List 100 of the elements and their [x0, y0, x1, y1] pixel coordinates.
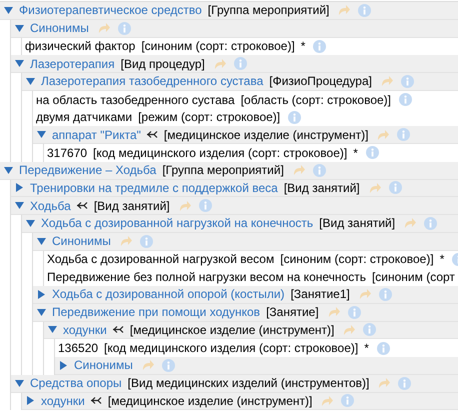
info-icon[interactable]	[399, 93, 412, 106]
tree-row[interactable]: Ходьба с дозированной нагрузкой на конечность [Вид занятий]	[22, 215, 458, 233]
info-icon[interactable]	[348, 306, 361, 319]
caret-icon[interactable]	[37, 308, 46, 317]
info-icon[interactable]	[313, 40, 326, 53]
redo-arrow-icon[interactable]	[337, 4, 350, 16]
caret-icon[interactable]	[59, 360, 68, 370]
caret-icon[interactable]	[26, 76, 35, 86]
required-mark: *	[364, 340, 369, 358]
node-name: Тренировки на тредмиле с поддержкой веса	[30, 180, 278, 197]
tree-row[interactable]: ходунки [медицинское изделие (инструмент)]	[22, 392, 458, 410]
caret-icon[interactable]	[37, 130, 46, 140]
caret-icon[interactable]	[15, 59, 24, 68]
node-type: [медицинское изделие (инструмент)]	[108, 392, 312, 410]
info-icon[interactable]	[398, 376, 412, 390]
tree-row[interactable]: Синонимы	[11, 20, 458, 38]
info-icon[interactable]	[397, 128, 410, 142]
value-text: 317670	[47, 144, 88, 162]
tree-row[interactable]: Средства опоры [Вид медицинских изделий (инструментов)]	[11, 374, 458, 392]
node-type: [Группа мероприятий]	[162, 162, 284, 180]
redo-arrow-icon[interactable]	[376, 128, 390, 141]
redo-arrow-icon[interactable]	[118, 235, 132, 248]
tree-row[interactable]: Синонимы	[55, 357, 458, 375]
redo-arrow-icon[interactable]	[358, 288, 371, 300]
value-type: [код медицинского изделия (сорт: строковое)]	[93, 144, 348, 162]
info-icon[interactable]	[363, 323, 376, 336]
value-type: [синоним (сорт: строковое)]	[280, 251, 434, 268]
caret-icon[interactable]	[15, 201, 24, 210]
tree-row[interactable]: Лазеротерапия [Вид процедур]	[11, 55, 458, 73]
caret-icon[interactable]	[26, 396, 35, 406]
caret-icon[interactable]	[4, 6, 13, 15]
tree-row[interactable]: Передвижение – Ходьба [Группа мероприятий]	[0, 162, 458, 180]
tree-row[interactable]: Ходьба с дозированной опорой (костыли) [Занятие1]	[33, 286, 458, 304]
redo-arrow-icon[interactable]	[342, 324, 356, 336]
node-name: Лазеротерапия	[30, 56, 115, 73]
redo-arrow-icon[interactable]	[212, 58, 226, 70]
node-name: Физиотерапевтическое средство	[19, 2, 202, 20]
node-type: [ФизиоПроцедура]	[269, 73, 372, 90]
value-type: [режим (сорт: строковое)]	[138, 109, 280, 126]
info-icon[interactable]	[400, 74, 414, 88]
redo-arrow-icon[interactable]	[326, 306, 340, 318]
redo-arrow-icon[interactable]	[140, 359, 154, 372]
info-icon[interactable]	[140, 234, 153, 248]
tree-row[interactable]: аппарат "Рикта" [медицинское изделие (инструмент)]	[33, 126, 458, 144]
tree-row[interactable]: Передвижение при помощи ходунков [Занятие]	[33, 304, 458, 322]
caret-icon[interactable]	[15, 378, 24, 388]
info-icon[interactable]	[341, 394, 354, 408]
value-text: 136520	[58, 340, 98, 358]
node-type: [медицинское изделие (инструмент)]	[130, 322, 334, 339]
info-icon[interactable]	[198, 199, 212, 212]
node-name: Синонимы	[52, 233, 111, 250]
redo-arrow-icon[interactable]	[377, 377, 390, 390]
redo-arrow-icon[interactable]	[178, 200, 191, 212]
value-text: Передвижение без полной нагрузки весом на конечность	[47, 269, 366, 286]
caret-icon[interactable]	[15, 183, 24, 192]
value-text: Ходьба с дозированной нагрузкой весом	[47, 251, 274, 268]
info-icon[interactable]	[234, 57, 247, 70]
info-icon[interactable]	[118, 22, 131, 35]
node-name: аппарат "Рикта"	[52, 126, 141, 144]
redo-arrow-icon[interactable]	[292, 164, 305, 176]
redo-arrow-icon[interactable]	[320, 394, 334, 407]
caret-icon[interactable]	[4, 166, 13, 175]
caret-icon[interactable]	[26, 218, 35, 228]
node-type: [Занятие]	[266, 304, 319, 322]
node-name: Синонимы	[74, 357, 133, 374]
caret-icon[interactable]	[15, 24, 24, 33]
tree-row[interactable]: Лазеротерапия тазобедренного сустава [ФизиоПроцедура]	[22, 73, 458, 91]
redo-arrow-icon[interactable]	[380, 75, 393, 88]
caret-icon[interactable]	[37, 290, 46, 299]
node-name: Передвижение – Ходьба	[19, 162, 156, 180]
caret-icon[interactable]	[48, 325, 57, 334]
info-icon[interactable]	[376, 342, 390, 355]
node-name: Ходьба с дозированной нагрузкой на конечность	[41, 215, 314, 232]
node-name: Передвижение при помощи ходунков	[52, 304, 260, 322]
info-icon[interactable]	[388, 181, 402, 194]
value-type: [код медицинского изделия (сорт: строковое)]	[104, 340, 358, 358]
info-icon[interactable]	[378, 288, 392, 301]
value-text: физический фактор	[25, 38, 136, 56]
value-type: [синоним (сорт	[372, 269, 455, 286]
redo-arrow-icon[interactable]	[96, 22, 110, 34]
node-type: [Вид занятий]	[319, 215, 396, 232]
node-name: Средства опоры	[30, 375, 122, 392]
info-icon[interactable]	[288, 110, 302, 124]
info-icon[interactable]	[312, 164, 326, 177]
node-name: Синонимы	[30, 20, 89, 38]
tree-row[interactable]: Физиотерапевтическое средство [Группа мероприятий]	[0, 2, 458, 20]
redo-arrow-icon[interactable]	[368, 182, 381, 194]
info-icon[interactable]	[366, 146, 379, 160]
info-icon[interactable]	[162, 358, 175, 372]
info-icon[interactable]	[358, 4, 372, 17]
node-name: Ходьба с дозированной опорой (костыли)	[52, 286, 285, 304]
tree-row[interactable]: ходунки [медицинское изделие (инструмент)]	[44, 322, 458, 340]
node-type: [Вид процедур]	[120, 56, 205, 73]
tree-row[interactable]: Тренировки на тредмиле с поддержкой веса [Вид занятий]	[11, 180, 458, 198]
info-icon[interactable]	[424, 216, 438, 230]
caret-icon[interactable]	[37, 236, 46, 246]
redo-arrow-icon[interactable]	[403, 217, 416, 230]
tree-row[interactable]: Ходьба [Вид занятий]	[11, 197, 458, 215]
required-mark: *	[353, 144, 358, 162]
tree-row[interactable]: Синонимы	[33, 232, 458, 250]
